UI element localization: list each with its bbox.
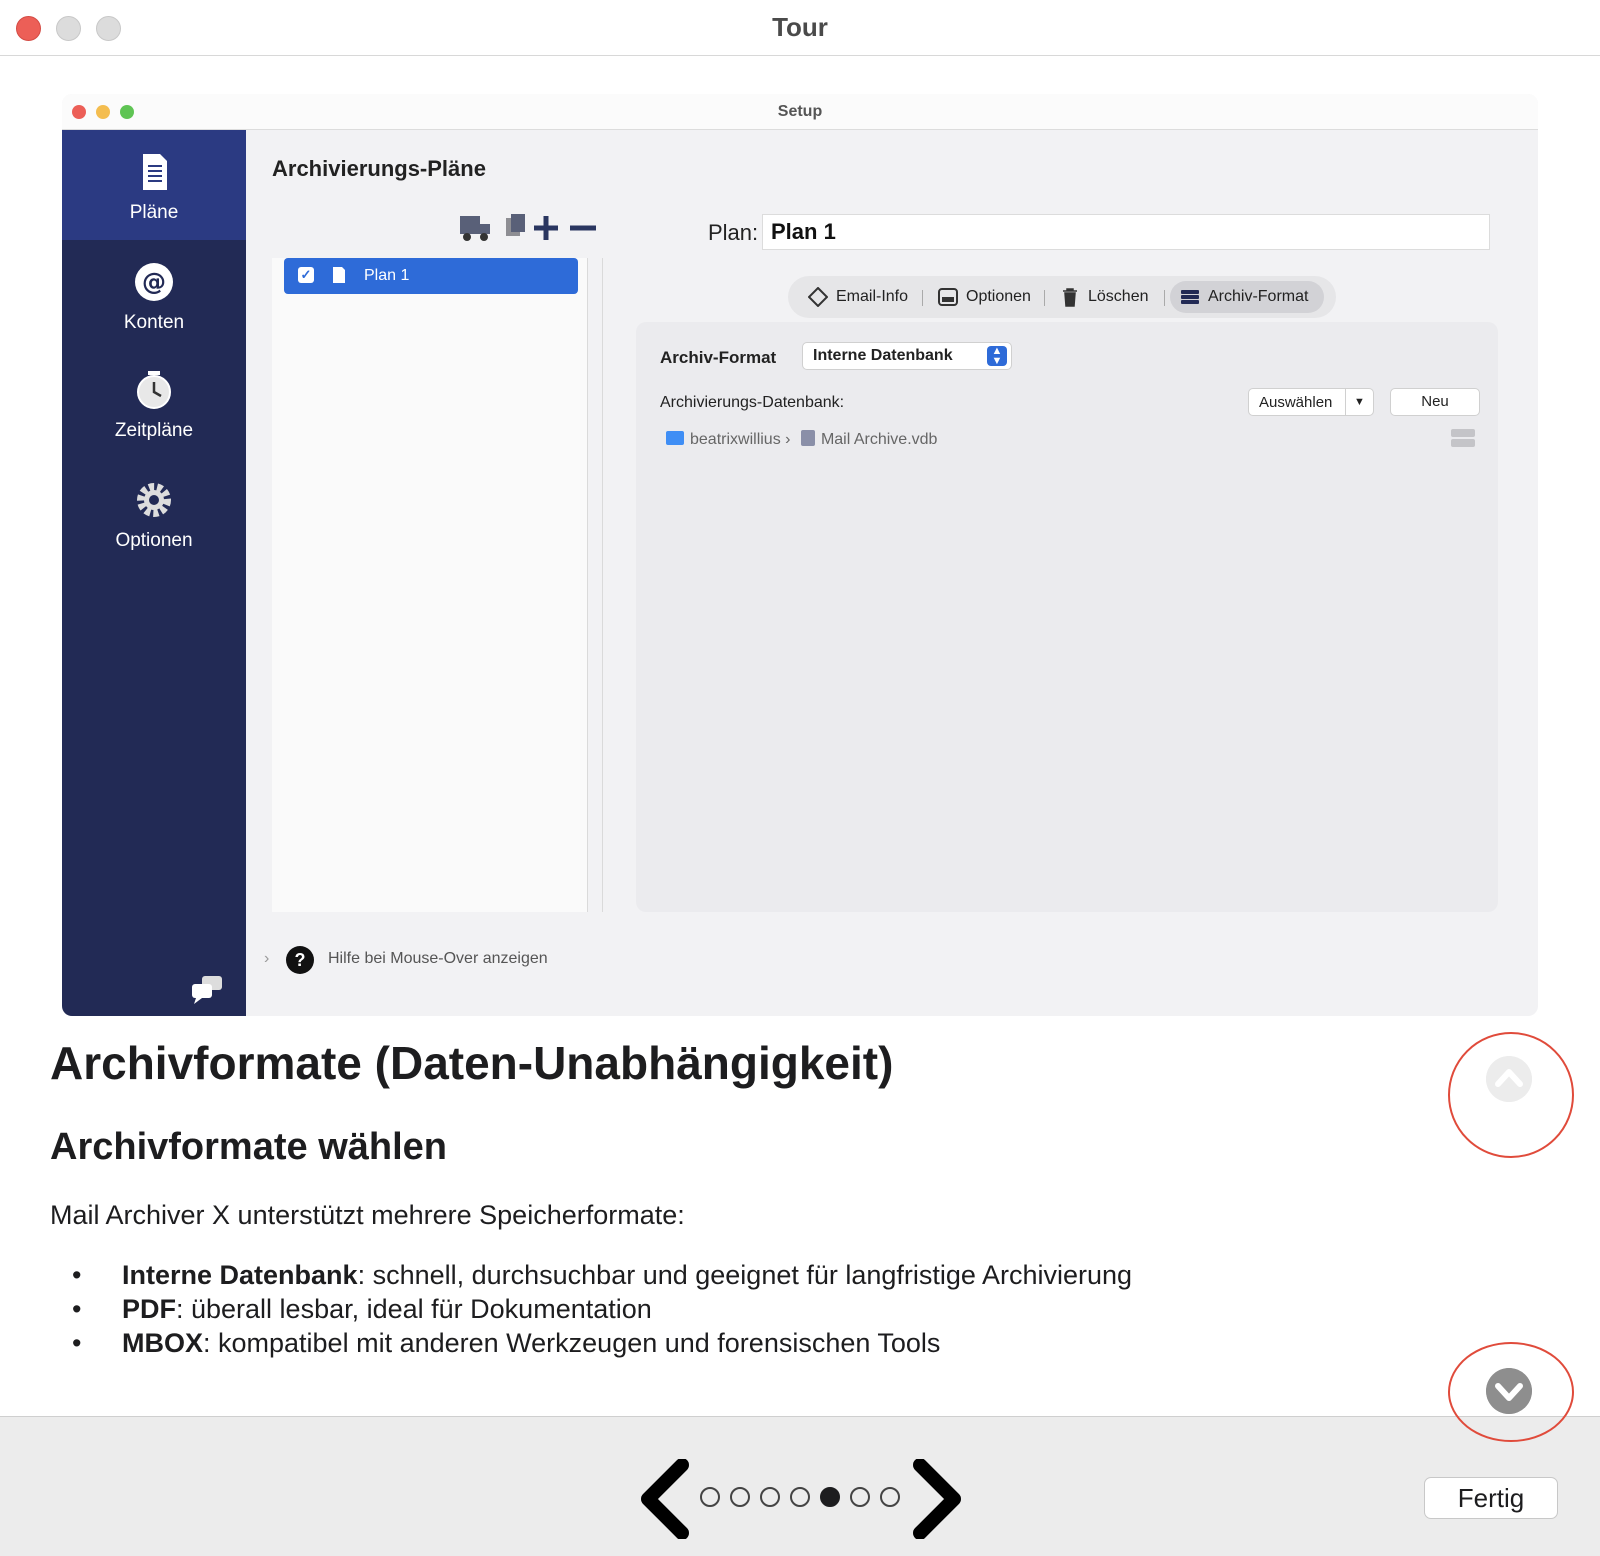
- database-file-icon: [800, 430, 815, 446]
- tab-label: Optionen: [966, 288, 1031, 305]
- sidebar-item-label: Konten: [123, 312, 185, 333]
- list-item: Interne Datenbank: schnell, durchsuchbar…: [72, 1260, 1132, 1294]
- truck-icon: [460, 216, 490, 241]
- list-item: MBOX: kompatibel mit anderen Werkzeugen …: [72, 1328, 1132, 1362]
- page-dot[interactable]: [790, 1487, 810, 1507]
- window-titlebar: Tour: [0, 0, 1600, 56]
- archive-format-panel: Archiv-Format Interne Datenbank ▲ ▼ Archi…: [636, 322, 1498, 912]
- page-dot[interactable]: [850, 1487, 870, 1507]
- chat-bubbles-icon: [192, 976, 222, 1004]
- bullet-text: : überall lesbar, ideal für Dokumentatio…: [176, 1294, 652, 1324]
- tab-archive-format[interactable]: Archiv-Format: [1170, 281, 1324, 313]
- sidebar-item-label: Optionen: [115, 530, 193, 551]
- page-dot[interactable]: [760, 1487, 780, 1507]
- setup-title: Setup: [777, 103, 823, 120]
- tab-delete[interactable]: Löschen: [1050, 281, 1160, 313]
- help-text: Hilfe bei Mouse-Over anzeigen: [328, 950, 548, 967]
- dropdown-arrow-icon[interactable]: ▼: [1345, 389, 1373, 415]
- setup-titlebar: Setup: [62, 94, 1538, 130]
- bullet-term: MBOX: [122, 1328, 203, 1358]
- bullet-term: PDF: [122, 1294, 176, 1324]
- scroll-up-button[interactable]: [1486, 1056, 1532, 1102]
- sidebar-item-options: Optionen: [62, 458, 246, 568]
- plan-enabled-checkbox[interactable]: ✓: [298, 267, 314, 283]
- list-item[interactable]: ✓ Plan 1: [284, 258, 578, 294]
- settings-tab-bar: Email-Info Optionen Löschen Archiv-Forma…: [788, 276, 1336, 318]
- tab-email-info[interactable]: Email-Info: [798, 281, 916, 313]
- database-icon: [1181, 290, 1199, 304]
- list-item: PDF: überall lesbar, ideal für Dokumenta…: [72, 1294, 1132, 1328]
- format-list: Interne Datenbank: schnell, durchsuchbar…: [72, 1260, 1132, 1362]
- options-icon: [938, 288, 958, 306]
- plan-label: Plan:: [708, 220, 759, 245]
- at-sign-icon: @: [135, 263, 173, 301]
- svg-text:@: @: [142, 268, 166, 296]
- clock-icon: [137, 371, 171, 409]
- bullet-text: : kompatibel mit anderen Werkzeugen und …: [203, 1328, 941, 1358]
- archive-format-label: Archiv-Format: [660, 348, 777, 367]
- database-path: beatrixwillius › Mail Archive.vdb: [666, 430, 937, 449]
- archive-format-value: Interne Datenbank: [813, 347, 953, 364]
- bullet-term: Interne Datenbank: [122, 1260, 358, 1290]
- sidebar-item-plans: Pläne: [62, 130, 246, 240]
- tab-separator: [1164, 290, 1165, 306]
- path-folder: beatrixwillius: [690, 431, 781, 448]
- tab-label: Löschen: [1088, 288, 1149, 305]
- folder-icon: [666, 431, 684, 445]
- setup-content: Archivierungs-Pläne ✓ Plan 1 Plan: Plan …: [246, 130, 1538, 1016]
- sidebar-item-label: Pläne: [129, 202, 179, 223]
- page-dot[interactable]: [880, 1487, 900, 1507]
- help-icon[interactable]: ?: [286, 946, 314, 974]
- tab-separator: [1044, 290, 1045, 306]
- tour-heading: Archivformate (Daten-Unabhängigkeit): [50, 1037, 894, 1089]
- plan-name-field[interactable]: Plan 1: [762, 214, 1490, 250]
- section-title: Archivierungs-Pläne: [272, 156, 486, 181]
- tour-screenshot: Setup Pläne @ Konten Zeitpläne Optionen …: [62, 94, 1538, 1016]
- sidebar-item-label: Zeitpläne: [114, 420, 194, 441]
- tour-subheading: Archivformate wählen: [50, 1126, 447, 1168]
- trash-icon: [1063, 288, 1077, 307]
- tour-intro: Mail Archiver X unterstützt mehrere Spei…: [50, 1200, 685, 1230]
- document-icon: [333, 267, 345, 283]
- tab-label: Email-Info: [836, 288, 909, 305]
- tour-navigation-bar: Fertig: [0, 1416, 1600, 1556]
- path-separator: ›: [785, 431, 791, 448]
- chevron-right-icon[interactable]: ›: [264, 950, 269, 968]
- archive-format-select[interactable]: Interne Datenbank ▲ ▼: [802, 342, 1012, 370]
- setup-sidebar: Pläne @ Konten Zeitpläne Optionen: [62, 130, 246, 1016]
- tab-options[interactable]: Optionen: [928, 281, 1036, 313]
- scroll-down-button[interactable]: [1486, 1368, 1532, 1414]
- plan-list: ✓ Plan 1: [272, 258, 588, 912]
- divider: [602, 258, 603, 912]
- done-button[interactable]: Fertig: [1424, 1477, 1558, 1519]
- sidebar-item-accounts: @ Konten: [62, 240, 246, 350]
- window-title: Tour: [772, 12, 828, 42]
- diamond-icon: [808, 287, 828, 307]
- tab-separator: [922, 290, 923, 306]
- select-database-button[interactable]: Auswählen ▼: [1248, 388, 1374, 416]
- page-dot[interactable]: [820, 1487, 840, 1507]
- sidebar-item-schedules: Zeitpläne: [62, 348, 246, 458]
- plan-name: Plan 1: [364, 267, 410, 284]
- chevron-updown-icon: ▲ ▼: [987, 346, 1007, 367]
- duplicate-icon: [506, 214, 525, 236]
- archive-database-label: Archivierungs-Datenbank:: [660, 394, 845, 411]
- server-icon[interactable]: [1450, 428, 1476, 448]
- page-dot[interactable]: [730, 1487, 750, 1507]
- add-plan-icon[interactable]: [534, 216, 558, 240]
- page-dot[interactable]: [700, 1487, 720, 1507]
- path-file: Mail Archive.vdb: [820, 431, 938, 448]
- select-database-label: Auswählen: [1259, 394, 1333, 411]
- chevron-left-icon[interactable]: [638, 1459, 692, 1539]
- plan-toolbar: [460, 214, 596, 241]
- bullet-text: : schnell, durchsuchbar und geeignet für…: [357, 1260, 1133, 1290]
- chevron-right-icon[interactable]: [910, 1459, 964, 1539]
- document-icon: [143, 154, 167, 190]
- new-database-button[interactable]: Neu: [1390, 388, 1480, 416]
- tab-label: Archiv-Format: [1208, 288, 1309, 305]
- gear-icon: [137, 483, 171, 517]
